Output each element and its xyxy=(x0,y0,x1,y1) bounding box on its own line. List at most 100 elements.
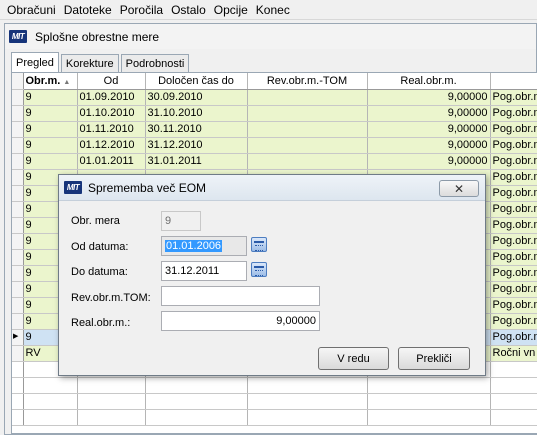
row-selector[interactable] xyxy=(12,313,24,330)
table-cell[interactable]: 9,00000 xyxy=(367,137,491,154)
dialog-titlebar: MIT Sprememba več EOM xyxy=(59,175,485,201)
table-cell[interactable]: Pog.obr.m xyxy=(490,137,537,154)
col-header-rev-obr-m-tom[interactable]: Rev.obr.m.-TOM xyxy=(247,73,368,90)
table-cell[interactable]: 01.09.2010 xyxy=(77,89,146,106)
row-selector[interactable] xyxy=(12,153,24,170)
table-cell[interactable]: 31.10.2010 xyxy=(145,105,248,122)
calendar-icon-do[interactable] xyxy=(251,262,267,277)
menu-obracuni[interactable]: Obračuni xyxy=(3,3,60,17)
table-cell[interactable]: Pog.obr.m xyxy=(490,169,537,186)
col-header-obr-m[interactable]: Obr.m. ▲ xyxy=(23,73,78,90)
row-selector[interactable] xyxy=(12,137,24,154)
table-row[interactable]: 901.09.201030.09.2010 9,00000Pog.obr.m xyxy=(12,89,537,106)
table-cell[interactable]: Pog.obr.m xyxy=(490,281,537,298)
table-cell[interactable]: 01.12.2010 xyxy=(77,137,146,154)
col-header-od[interactable]: Od xyxy=(77,73,146,90)
col-header-extra[interactable] xyxy=(490,73,537,90)
row-selector[interactable] xyxy=(12,185,24,202)
table-cell[interactable]: Pog.obr.m xyxy=(490,265,537,282)
table-cell[interactable]: Pog.obr.m xyxy=(490,89,537,106)
table-cell[interactable]: 9 xyxy=(23,89,78,106)
table-cell[interactable]: 30.09.2010 xyxy=(145,89,248,106)
row-selector[interactable] xyxy=(12,89,24,106)
row-selector[interactable] xyxy=(12,265,24,282)
table-row[interactable]: 901.12.201031.12.2010 9,00000Pog.obr.m xyxy=(12,137,537,154)
table-cell[interactable]: Ročni vn xyxy=(490,345,537,362)
table-cell[interactable]: 9 xyxy=(23,137,78,154)
col-header-real-obr-m[interactable]: Real.obr.m. xyxy=(367,73,491,90)
table-cell[interactable]: Pog.obr.m xyxy=(490,121,537,138)
row-selector[interactable] xyxy=(12,233,24,250)
dialog-title: Sprememba več EOM xyxy=(88,180,207,195)
table-cell[interactable]: 9 xyxy=(23,153,78,170)
table-cell[interactable]: Pog.obr.m xyxy=(490,105,537,122)
table-cell[interactable]: 9,00000 xyxy=(367,121,491,138)
empty-cell xyxy=(77,409,146,426)
table-cell[interactable]: 31.12.2010 xyxy=(145,137,248,154)
table-cell[interactable]: 9,00000 xyxy=(367,153,491,170)
table-cell[interactable] xyxy=(247,121,368,138)
table-cell[interactable]: Pog.obr.m xyxy=(490,249,537,266)
tab-podrobnosti[interactable]: Podrobnosti xyxy=(120,54,190,73)
table-cell[interactable]: Pog.obr.m xyxy=(490,185,537,202)
table-cell[interactable]: Pog.obr.m xyxy=(490,313,537,330)
menu-konec[interactable]: Konec xyxy=(252,3,294,17)
table-cell[interactable] xyxy=(247,137,368,154)
row-selector[interactable] xyxy=(12,297,24,314)
table-row[interactable]: 901.01.201131.01.2011 9,00000Pog.obr.m xyxy=(12,153,537,170)
table-cell[interactable]: 9 xyxy=(23,121,78,138)
table-cell[interactable]: 9,00000 xyxy=(367,105,491,122)
row-selector[interactable] xyxy=(12,201,24,218)
menu-ostalo[interactable]: Ostalo xyxy=(167,3,210,17)
table-cell[interactable]: Pog.obr.m xyxy=(490,233,537,250)
empty-cell xyxy=(490,393,537,410)
do-datuma-field[interactable]: 31.12.2011 xyxy=(161,261,247,281)
table-cell[interactable] xyxy=(247,89,368,106)
od-datuma-label: Od datuma: xyxy=(71,241,129,253)
real-obr-m-label: Real.obr.m.: xyxy=(71,317,131,329)
calendar-icon-od[interactable] xyxy=(251,237,267,252)
table-row[interactable]: 901.10.201031.10.2010 9,00000Pog.obr.m xyxy=(12,105,537,122)
row-selector[interactable] xyxy=(12,217,24,234)
cancel-button[interactable]: Prekliči xyxy=(398,347,470,370)
menu-datoteke[interactable]: Datoteke xyxy=(60,3,116,17)
tab-pregled[interactable]: Pregled xyxy=(11,52,59,73)
table-cell[interactable]: 9 xyxy=(23,105,78,122)
close-button[interactable]: ✕ xyxy=(439,180,479,197)
window-titlebar: MIT Splošne obrestne mere xyxy=(5,24,536,49)
empty-cell xyxy=(23,377,78,394)
sort-asc-icon: ▲ xyxy=(63,78,71,86)
row-selector[interactable] xyxy=(12,281,24,298)
current-row-indicator[interactable] xyxy=(12,329,24,346)
real-obr-m-field[interactable]: 9,00000 xyxy=(161,311,320,331)
table-cell[interactable]: 01.11.2010 xyxy=(77,121,146,138)
table-cell[interactable]: 9,00000 xyxy=(367,89,491,106)
empty-cell xyxy=(12,377,24,394)
empty-cell xyxy=(23,393,78,410)
table-cell[interactable]: 01.01.2011 xyxy=(77,153,146,170)
table-cell[interactable]: 01.10.2010 xyxy=(77,105,146,122)
rev-obr-m-tom-field[interactable] xyxy=(161,286,320,306)
od-datuma-field[interactable]: 01.01.2006 xyxy=(161,236,247,256)
table-cell[interactable]: Pog.obr.m xyxy=(490,217,537,234)
row-selector[interactable] xyxy=(12,121,24,138)
table-cell[interactable]: Pog.obr.m xyxy=(490,153,537,170)
table-cell[interactable]: 30.11.2010 xyxy=(145,121,248,138)
table-cell[interactable]: Pog.obr.m xyxy=(490,201,537,218)
col-header-dolocen-cas-do[interactable]: Določen čas do xyxy=(145,73,248,90)
table-cell[interactable]: Pog.obr.m xyxy=(490,297,537,314)
table-cell[interactable] xyxy=(247,105,368,122)
table-row[interactable]: 901.11.201030.11.2010 9,00000Pog.obr.m xyxy=(12,121,537,138)
table-cell[interactable]: 31.01.2011 xyxy=(145,153,248,170)
tab-korekture[interactable]: Korekture xyxy=(60,54,119,73)
row-selector[interactable] xyxy=(12,345,24,362)
ok-button[interactable]: V redu xyxy=(318,347,389,370)
menu-opcije[interactable]: Opcije xyxy=(210,3,252,17)
row-selector[interactable] xyxy=(12,249,24,266)
table-cell[interactable]: Pog.obr.m xyxy=(490,329,537,346)
table-cell[interactable] xyxy=(247,153,368,170)
row-selector[interactable] xyxy=(12,105,24,122)
menu-porocila[interactable]: Poročila xyxy=(116,3,167,17)
row-selector[interactable] xyxy=(12,169,24,186)
dialog-sprememba-eom: MIT Sprememba več EOM ✕ Obr. mera 9 Od d… xyxy=(58,174,486,376)
